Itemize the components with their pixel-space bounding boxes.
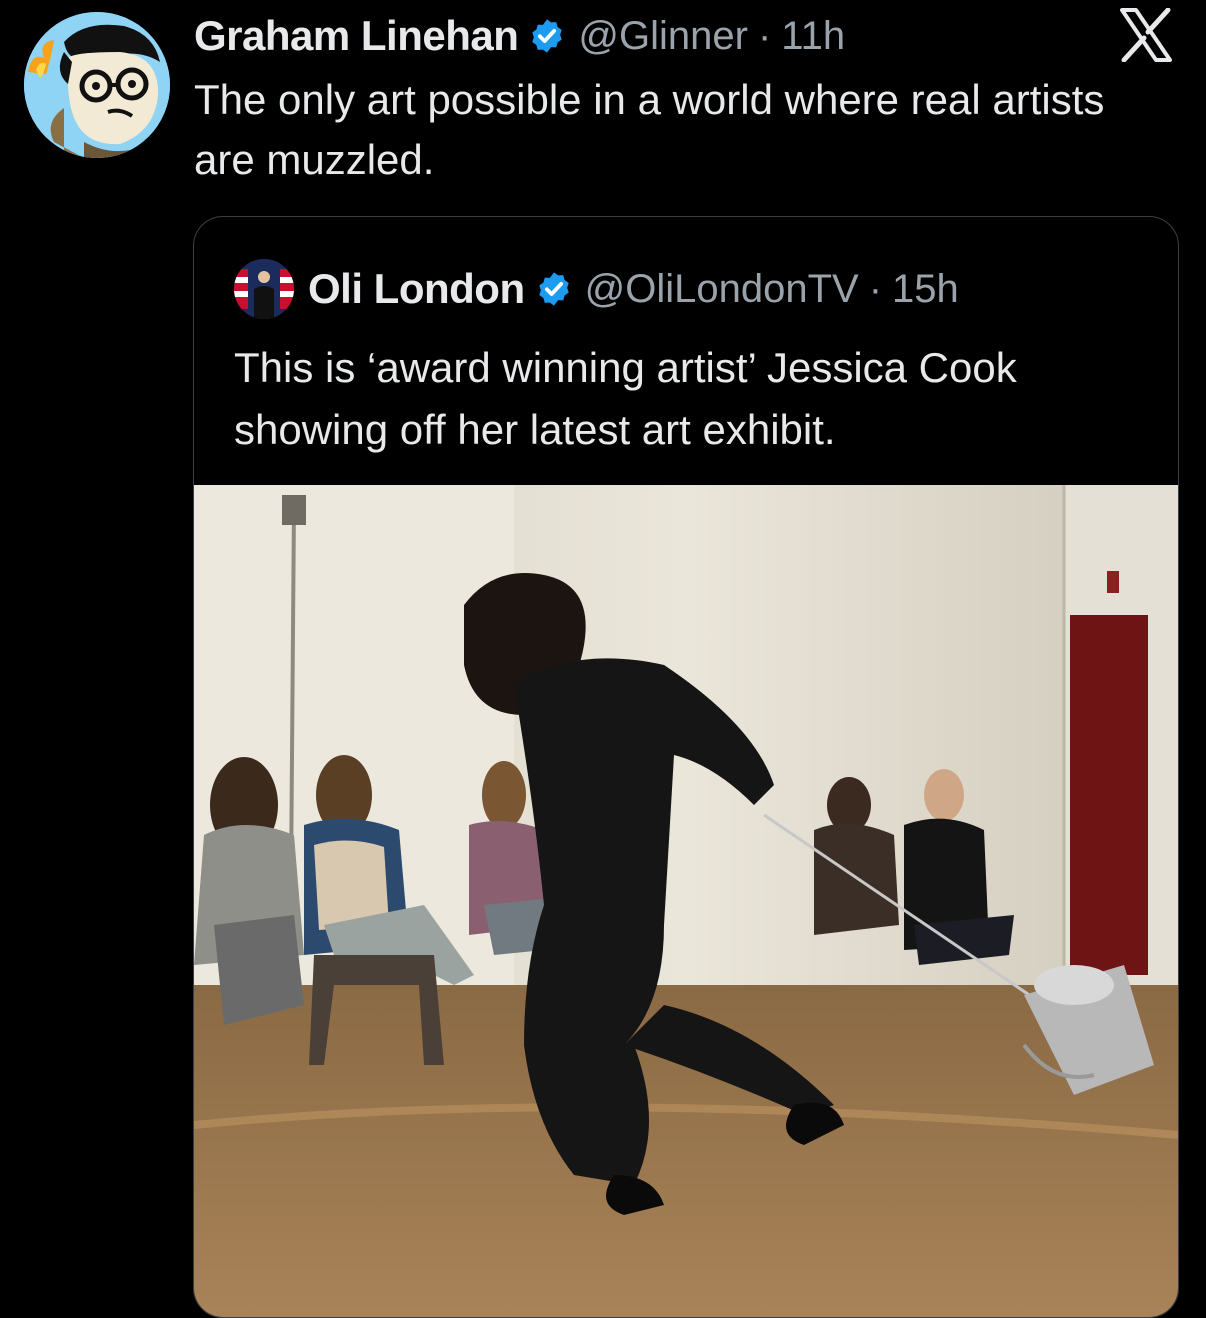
flag-portrait-image [234, 259, 294, 319]
author-handle[interactable]: @Glinner [578, 14, 748, 59]
tweet-text: The only art possible in a world where r… [194, 76, 1105, 183]
author-avatar[interactable] [24, 12, 170, 158]
author-name[interactable]: Graham Linehan [194, 12, 519, 60]
separator-dot: · [868, 266, 883, 311]
quoted-author-name[interactable]: Oli London [308, 265, 525, 313]
cartoon-portrait-image [24, 12, 170, 158]
quoted-tweet-header: Oli London @OliLondonTV · 15h [234, 259, 959, 319]
quoted-tweet-video[interactable] [194, 485, 1178, 1317]
quoted-tweet-text: This is ‘award winning artist’ Jessica C… [234, 344, 1017, 453]
x-logo-icon[interactable] [1118, 7, 1174, 63]
video-frame-image [194, 485, 1178, 1317]
quoted-author-handle[interactable]: @OliLondonTV [585, 267, 859, 312]
separator-dot: · [757, 13, 772, 58]
tweet-header: Graham Linehan @Glinner · 11h [194, 8, 845, 64]
quoted-tweet-timestamp[interactable]: 15h [892, 267, 959, 312]
verified-badge-icon [535, 270, 573, 308]
quoted-author-avatar[interactable] [234, 259, 294, 319]
verified-badge-icon [528, 17, 566, 55]
tweet-timestamp[interactable]: 11h [781, 14, 845, 59]
quoted-tweet-card[interactable]: Oli London @OliLondonTV · 15h This is ‘a… [193, 216, 1179, 1318]
